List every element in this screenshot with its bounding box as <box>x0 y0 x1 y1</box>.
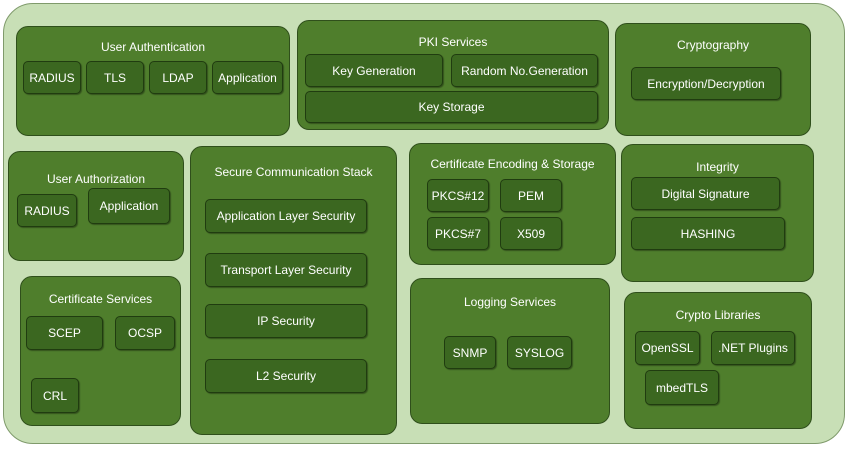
pki-services-group: PKI Services Key Generation Random No.Ge… <box>297 20 609 130</box>
secure-communication-stack-title: Secure Communication Stack <box>214 165 373 179</box>
application-layer-security-item: Application Layer Security <box>205 199 367 233</box>
digital-signature-item: Digital Signature <box>631 177 780 210</box>
pkcs7-item: PKCS#7 <box>427 217 489 250</box>
openssl-item: OpenSSL <box>635 331 700 365</box>
user-authentication-title: User Authentication <box>100 40 206 54</box>
syslog-item: SYSLOG <box>507 336 572 369</box>
crl-item: CRL <box>31 378 79 413</box>
user-authorization-title: User Authorization <box>46 172 146 186</box>
certificate-encoding-storage-group: Certificate Encoding & Storage PKCS#12 P… <box>409 143 616 265</box>
encryption-decryption-item: Encryption/Decryption <box>631 67 781 100</box>
user-authentication-group: User Authentication RADIUS TLS LDAP Appl… <box>16 26 290 136</box>
auth-application-item: Application <box>212 61 283 94</box>
pem-item: PEM <box>500 179 562 212</box>
secure-communication-stack-group: Secure Communication Stack Application L… <box>190 146 397 435</box>
logging-services-title: Logging Services <box>463 295 557 309</box>
pki-services-title: PKI Services <box>418 35 488 49</box>
mbedtls-item: mbedTLS <box>645 370 719 405</box>
transport-layer-security-item: Transport Layer Security <box>205 253 367 287</box>
certificate-services-group: Certificate Services SCEP OCSP CRL <box>20 276 181 426</box>
crypto-libraries-group: Crypto Libraries OpenSSL .NET Plugins mb… <box>624 292 812 429</box>
crypto-libraries-title: Crypto Libraries <box>675 308 761 322</box>
key-storage-item: Key Storage <box>305 91 598 123</box>
ocsp-item: OCSP <box>115 316 175 350</box>
scep-item: SCEP <box>26 316 103 350</box>
certificate-services-title: Certificate Services <box>48 292 153 306</box>
l2-security-item: L2 Security <box>205 359 367 393</box>
user-authorization-group: User Authorization RADIUS Application <box>8 151 184 261</box>
integrity-title: Integrity <box>696 160 739 174</box>
diagram-background: User Authentication RADIUS TLS LDAP Appl… <box>3 3 845 444</box>
auth-tls-item: TLS <box>86 61 144 94</box>
auth-ldap-item: LDAP <box>149 61 207 94</box>
cryptography-title: Cryptography <box>676 38 750 52</box>
certificate-encoding-storage-title: Certificate Encoding & Storage <box>430 157 595 171</box>
random-number-generation-item: Random No.Generation <box>451 54 598 87</box>
key-generation-item: Key Generation <box>305 54 443 87</box>
integrity-group: Integrity Digital Signature HASHING <box>621 144 814 282</box>
dotnet-plugins-item: .NET Plugins <box>711 331 795 365</box>
authz-application-item: Application <box>88 188 170 224</box>
ip-security-item: IP Security <box>205 304 367 338</box>
pkcs12-item: PKCS#12 <box>427 179 489 212</box>
auth-radius-item: RADIUS <box>23 61 81 94</box>
snmp-item: SNMP <box>444 336 496 369</box>
x509-item: X509 <box>500 217 562 250</box>
authz-radius-item: RADIUS <box>17 194 77 227</box>
cryptography-group: Cryptography Encryption/Decryption <box>615 23 811 136</box>
logging-services-group: Logging Services SNMP SYSLOG <box>410 278 610 424</box>
hashing-item: HASHING <box>631 217 785 250</box>
